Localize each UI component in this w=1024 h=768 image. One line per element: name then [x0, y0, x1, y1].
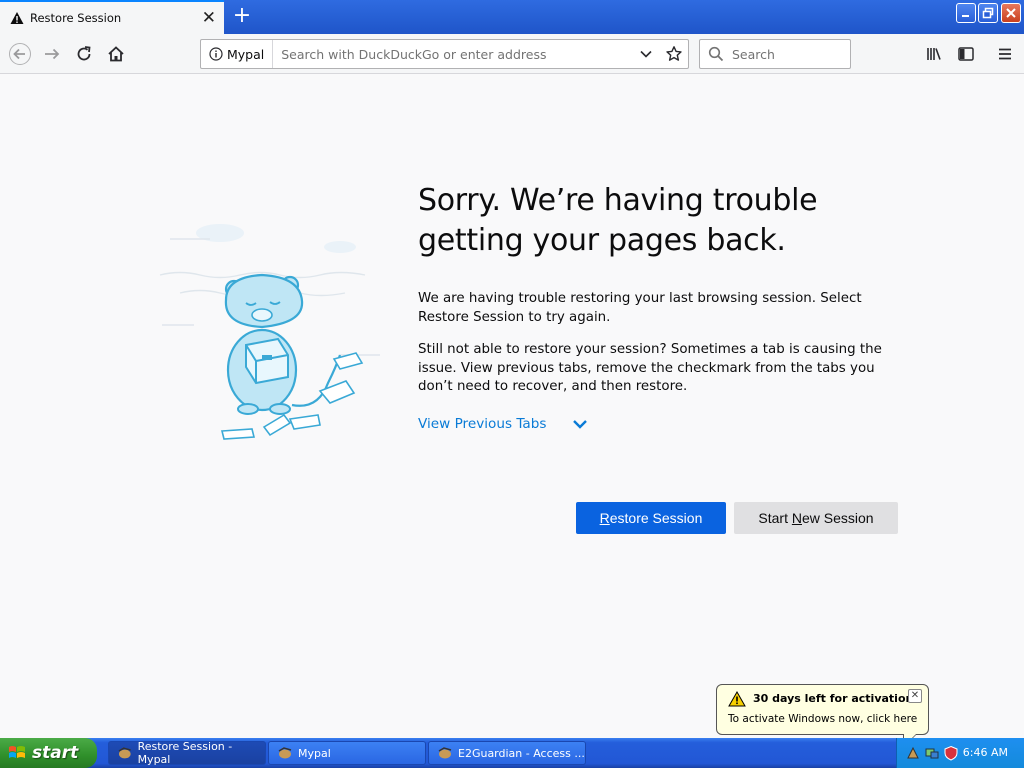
restore-session-button[interactable]: Restore Session	[576, 502, 726, 534]
restore-window-icon	[982, 7, 994, 19]
new-session-accesskey: N	[791, 510, 802, 526]
chevron-down-icon	[640, 50, 652, 58]
new-session-label: ew Session	[802, 510, 874, 526]
system-tray: 6:46 AM	[896, 738, 1024, 768]
sidebar-button[interactable]	[954, 42, 978, 66]
back-button[interactable]	[8, 42, 32, 66]
taskbar-item-e2guardian[interactable]: E2Guardian - Access ...	[428, 741, 586, 765]
forward-button[interactable]	[40, 42, 64, 66]
activation-balloon[interactable]: 30 days left for activation To activate …	[716, 684, 929, 748]
tab-title: Restore Session	[30, 11, 122, 25]
page-title: Sorry. We’re having trouble getting your…	[418, 183, 818, 258]
home-icon	[108, 46, 124, 62]
address-bar[interactable]: Mypal	[200, 39, 689, 69]
warning-icon	[728, 691, 746, 707]
warning-icon	[10, 12, 24, 24]
library-icon	[927, 48, 941, 60]
home-button[interactable]	[104, 42, 128, 66]
view-previous-tabs-link[interactable]: View Previous Tabs	[418, 416, 588, 432]
security-alert-icon[interactable]	[905, 745, 921, 761]
close-tab-icon[interactable]: ✕	[202, 9, 216, 27]
star-icon	[666, 46, 682, 61]
url-input[interactable]	[273, 46, 632, 62]
restore-help-text: Still not able to restore your session? …	[418, 342, 882, 394]
restore-label: estore Session	[609, 510, 703, 526]
info-icon	[209, 47, 223, 61]
network-icon[interactable]	[924, 745, 940, 761]
task-label: E2Guardian - Access ...	[458, 746, 585, 760]
search-placeholder: Search	[732, 46, 775, 62]
close-window-button[interactable]	[1001, 3, 1021, 23]
clock[interactable]: 6:46 AM	[963, 746, 1008, 759]
task-label: Mypal	[298, 746, 331, 760]
start-label: start	[32, 743, 79, 763]
shield-icon[interactable]	[943, 745, 959, 761]
taskbar: start Restore Session - Mypal Mypal E2Gu…	[0, 738, 1024, 768]
back-arrow-icon	[9, 43, 31, 65]
view-previous-tabs-label: View Previous Tabs	[418, 416, 547, 432]
reload-icon	[77, 46, 91, 61]
start-new-session-button[interactable]: Start New Session	[734, 502, 898, 534]
navigation-toolbar: Mypal Search	[0, 34, 1024, 74]
sad-bear-illustration	[159, 224, 380, 440]
new-tab-button[interactable]: +	[230, 4, 254, 28]
sidebar-icon	[958, 47, 974, 61]
tab-strip: Restore Session ✕ +	[0, 0, 1024, 34]
forward-arrow-icon	[45, 48, 60, 60]
mypal-app-icon	[118, 747, 131, 759]
mypal-app-icon	[278, 747, 292, 759]
restore-accesskey: R	[599, 510, 610, 526]
search-bar[interactable]: Search	[699, 39, 851, 69]
restore-window-button[interactable]	[978, 3, 998, 23]
balloon-title: 30 days left for activation	[753, 692, 914, 705]
url-dropdown-button[interactable]	[632, 40, 660, 68]
new-session-prefix: Start	[758, 510, 792, 526]
menu-button[interactable]	[993, 42, 1017, 66]
taskbar-item-mypal[interactable]: Mypal	[268, 741, 426, 765]
windows-logo-icon	[9, 746, 25, 758]
site-identity-button[interactable]: Mypal	[201, 40, 274, 68]
page-content: Sorry. We’re having trouble getting your…	[0, 75, 1024, 738]
site-identity-label: Mypal	[227, 46, 265, 62]
mypal-app-icon	[438, 747, 452, 759]
error-description: We are having trouble restoring your las…	[418, 291, 862, 325]
bookmark-star-button[interactable]	[660, 40, 688, 68]
close-icon	[1006, 8, 1016, 18]
balloon-close-button[interactable]: ✕	[908, 689, 922, 703]
task-label: Restore Session - Mypal	[137, 740, 233, 766]
start-button[interactable]: start	[0, 738, 97, 768]
minimize-icon	[962, 15, 969, 17]
chevron-down-icon	[573, 420, 588, 429]
tab-restore-session[interactable]: Restore Session ✕	[0, 0, 224, 34]
search-icon	[708, 46, 724, 62]
taskbar-item-restore-session[interactable]: Restore Session - Mypal	[108, 740, 266, 766]
hamburger-menu-icon	[999, 48, 1011, 60]
library-button[interactable]	[922, 42, 946, 66]
balloon-text[interactable]: To activate Windows now, click here	[728, 713, 917, 725]
minimize-button[interactable]	[956, 3, 976, 23]
reload-button[interactable]	[72, 42, 96, 66]
